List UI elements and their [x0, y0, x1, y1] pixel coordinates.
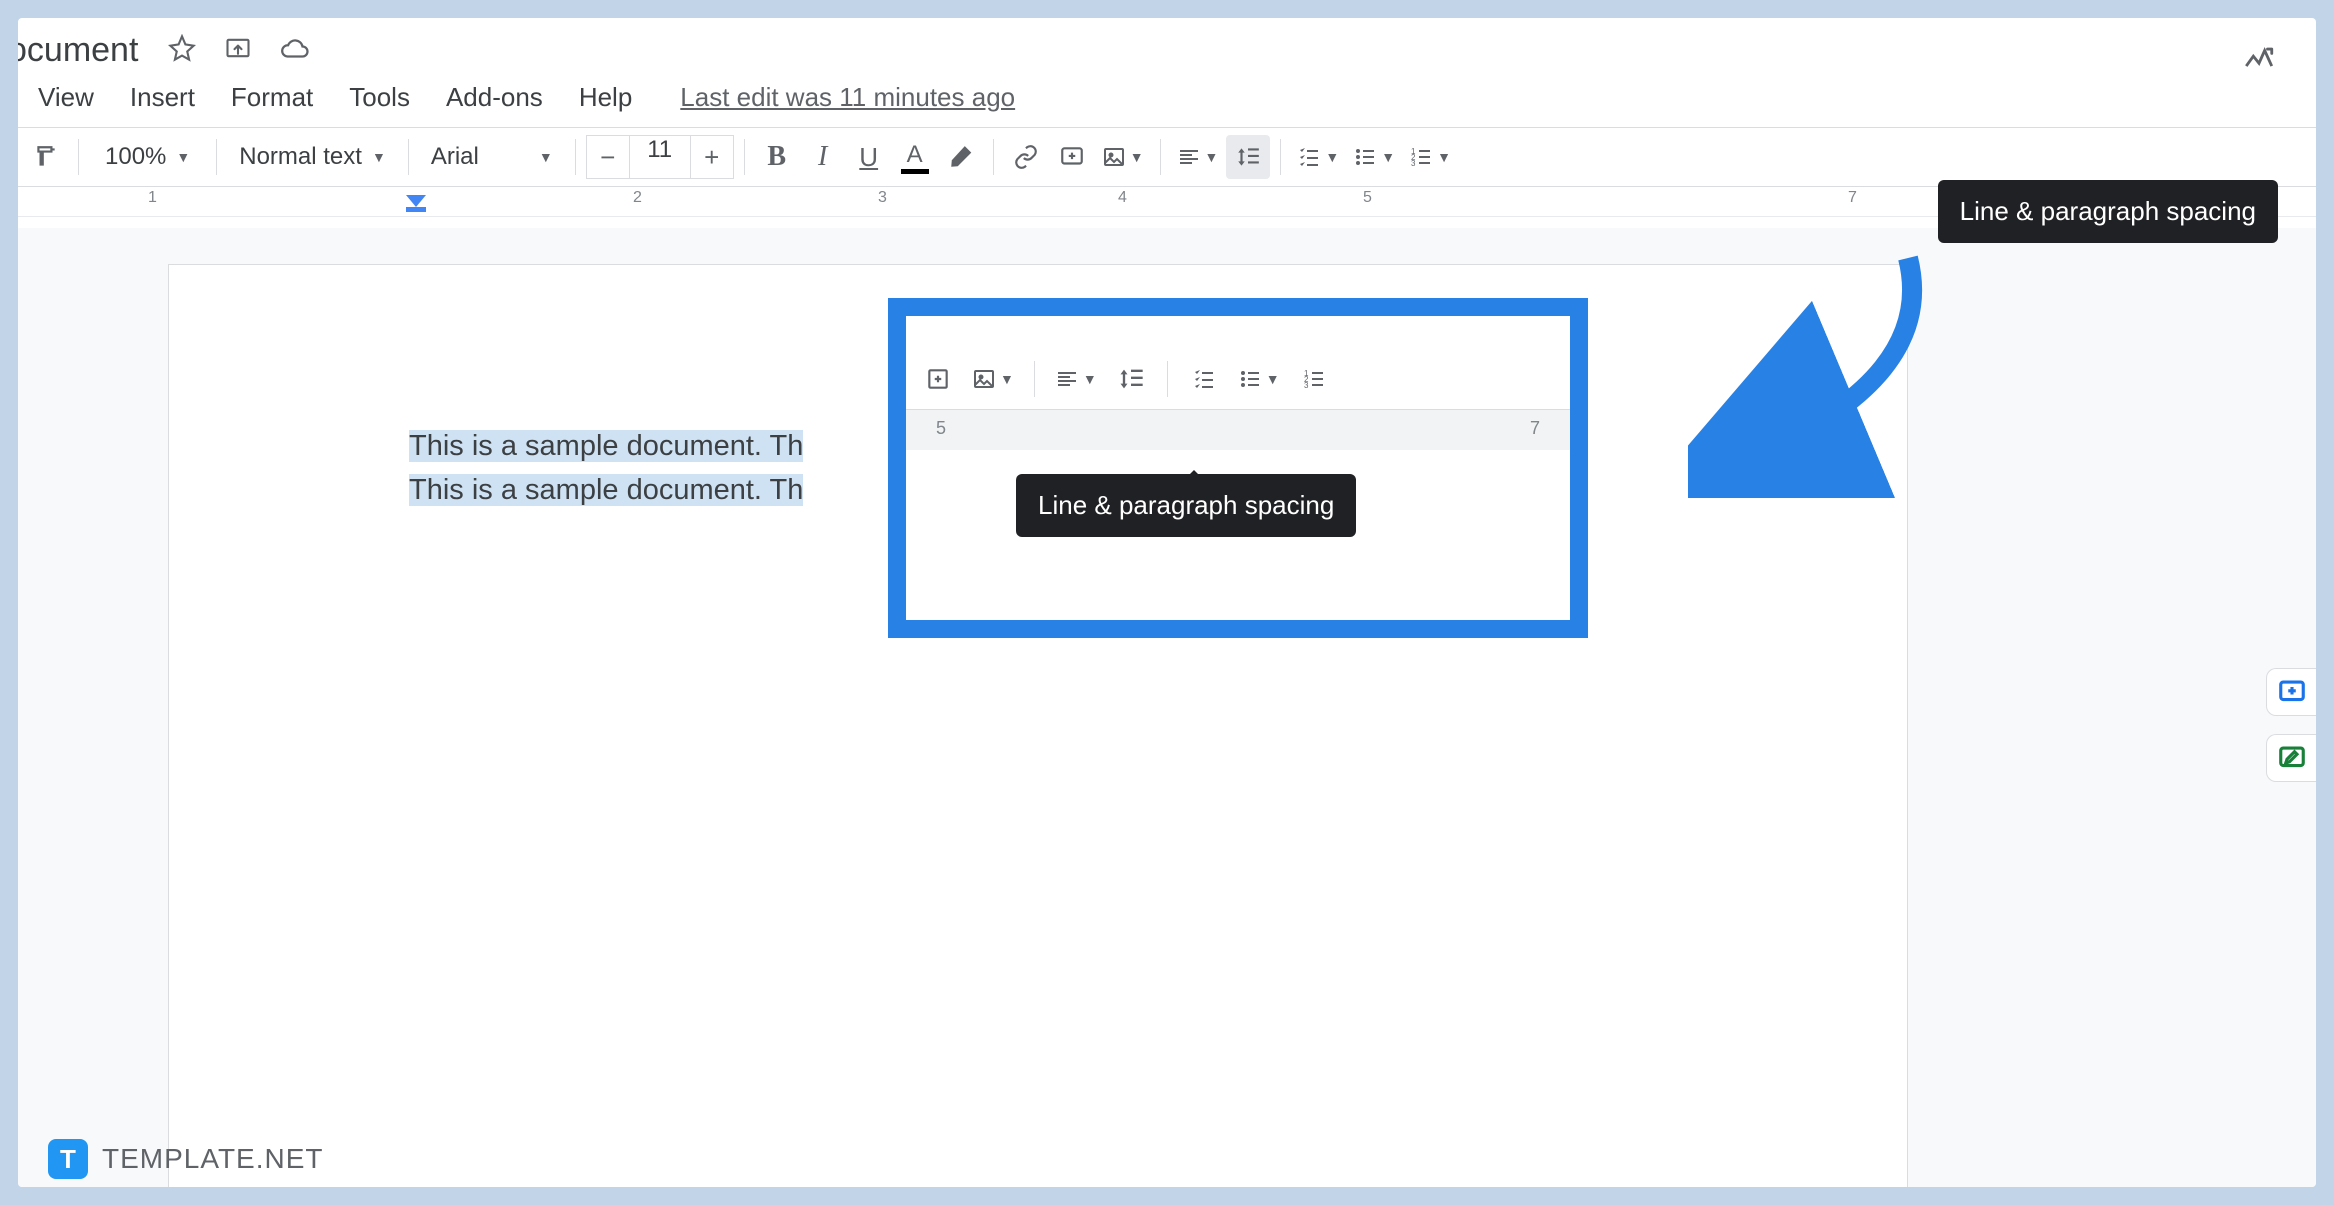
callout-toolbar: ▼ ▼ ▼ 123 — [906, 348, 1570, 410]
bullet-list-button[interactable]: ▼ — [1347, 135, 1401, 179]
text-line-2a: This is a sample document. Th — [409, 474, 803, 506]
comment-button[interactable] — [1050, 135, 1094, 179]
text-color-button[interactable]: A — [893, 135, 937, 179]
callout-checklist-button[interactable] — [1182, 357, 1226, 401]
callout-tooltip: Line & paragraph spacing — [1016, 474, 1356, 537]
suggest-side-button[interactable] — [2266, 734, 2316, 782]
paint-format-icon[interactable] — [24, 135, 68, 179]
line-spacing-tooltip: Line & paragraph spacing — [1938, 180, 2278, 243]
move-icon[interactable] — [224, 34, 256, 66]
chevron-down-icon: ▼ — [1130, 149, 1144, 165]
underline-button[interactable]: U — [847, 135, 891, 179]
menu-insert[interactable]: Insert — [130, 82, 195, 113]
checklist-button[interactable]: ▼ — [1291, 135, 1345, 179]
ruler-mark: 3 — [878, 189, 887, 207]
chevron-down-icon: ▼ — [1325, 149, 1339, 165]
callout-add-icon[interactable] — [916, 357, 960, 401]
menu-help[interactable]: Help — [579, 82, 632, 113]
callout-numbered-list-button[interactable]: 123 — [1292, 357, 1336, 401]
indent-marker[interactable] — [406, 195, 426, 213]
annotation-arrow — [1688, 238, 1948, 498]
menu-bar: View Insert Format Tools Add-ons Help La… — [18, 78, 2316, 127]
style-value: Normal text — [239, 143, 362, 171]
callout-ruler-5: 5 — [936, 418, 946, 439]
callout-ruler-7: 7 — [1530, 418, 1540, 439]
font-value: Arial — [431, 143, 479, 171]
ruler-mark: 7 — [1848, 189, 1857, 207]
numbered-list-button[interactable]: 123 ▼ — [1403, 135, 1457, 179]
font-size-group: − 11 + — [586, 135, 734, 179]
menu-addons[interactable]: Add-ons — [446, 82, 543, 113]
chevron-down-icon: ▼ — [176, 149, 190, 165]
chevron-down-icon: ▼ — [1266, 371, 1280, 387]
cloud-icon[interactable] — [280, 34, 312, 66]
paragraph-style-select[interactable]: Normal text ▼ — [227, 143, 398, 171]
ruler-mark: 4 — [1118, 189, 1127, 207]
chevron-down-icon: ▼ — [1205, 149, 1219, 165]
font-select[interactable]: Arial ▼ — [419, 143, 565, 171]
zoom-select[interactable]: 100% ▼ — [89, 143, 206, 171]
chevron-down-icon: ▼ — [1000, 371, 1014, 387]
activity-icon[interactable] — [2242, 42, 2276, 76]
chevron-down-icon: ▼ — [1437, 149, 1451, 165]
menu-format[interactable]: Format — [231, 82, 313, 113]
font-size-input[interactable]: 11 — [630, 135, 690, 179]
edit-status[interactable]: Last edit was 11 minutes ago — [680, 82, 1015, 113]
side-panel-buttons — [2266, 668, 2316, 782]
bold-button[interactable]: B — [755, 135, 799, 179]
app-frame: ocument View Insert Format Tools Add-ons… — [18, 18, 2316, 1187]
line-spacing-button[interactable] — [1226, 135, 1270, 179]
ruler-mark: 1 — [148, 189, 157, 207]
callout-image-button[interactable]: ▼ — [966, 357, 1020, 401]
callout-bullet-list-button[interactable]: ▼ — [1232, 357, 1286, 401]
toolbar: 100% ▼ Normal text ▼ Arial ▼ − 11 + B I … — [18, 127, 2316, 187]
add-comment-side-button[interactable] — [2266, 668, 2316, 716]
chevron-down-icon: ▼ — [372, 149, 386, 165]
star-icon[interactable] — [168, 34, 200, 66]
italic-button[interactable]: I — [801, 135, 845, 179]
chevron-down-icon: ▼ — [539, 149, 553, 165]
watermark-text: TEMPLATE.NET — [102, 1143, 324, 1175]
ruler-mark: 5 — [1363, 189, 1372, 207]
text-line-1a: This is a sample document. Th — [409, 430, 803, 462]
font-size-decrease-button[interactable]: − — [586, 135, 630, 179]
zoom-value: 100% — [105, 143, 166, 171]
watermark-logo: T — [48, 1139, 88, 1179]
ruler-mark: 2 — [633, 189, 642, 207]
svg-text:3: 3 — [1411, 159, 1416, 168]
chevron-down-icon: ▼ — [1083, 371, 1097, 387]
document-title[interactable]: ocument — [18, 31, 138, 70]
callout-ruler: 5 7 — [906, 410, 1570, 450]
font-size-increase-button[interactable]: + — [690, 135, 734, 179]
callout-align-button[interactable]: ▼ — [1049, 357, 1103, 401]
menu-view[interactable]: View — [38, 82, 94, 113]
link-button[interactable] — [1004, 135, 1048, 179]
menu-tools[interactable]: Tools — [349, 82, 410, 113]
align-button[interactable]: ▼ — [1171, 135, 1225, 179]
image-button[interactable]: ▼ — [1096, 135, 1150, 179]
svg-text:3: 3 — [1304, 381, 1309, 390]
callout-box: ▼ ▼ ▼ 123 5 7 Line — [888, 298, 1588, 638]
highlight-button[interactable] — [939, 135, 983, 179]
chevron-down-icon: ▼ — [1381, 149, 1395, 165]
title-row: ocument — [18, 18, 2316, 78]
watermark: T TEMPLATE.NET — [48, 1139, 324, 1179]
callout-line-spacing-button[interactable] — [1109, 357, 1153, 401]
